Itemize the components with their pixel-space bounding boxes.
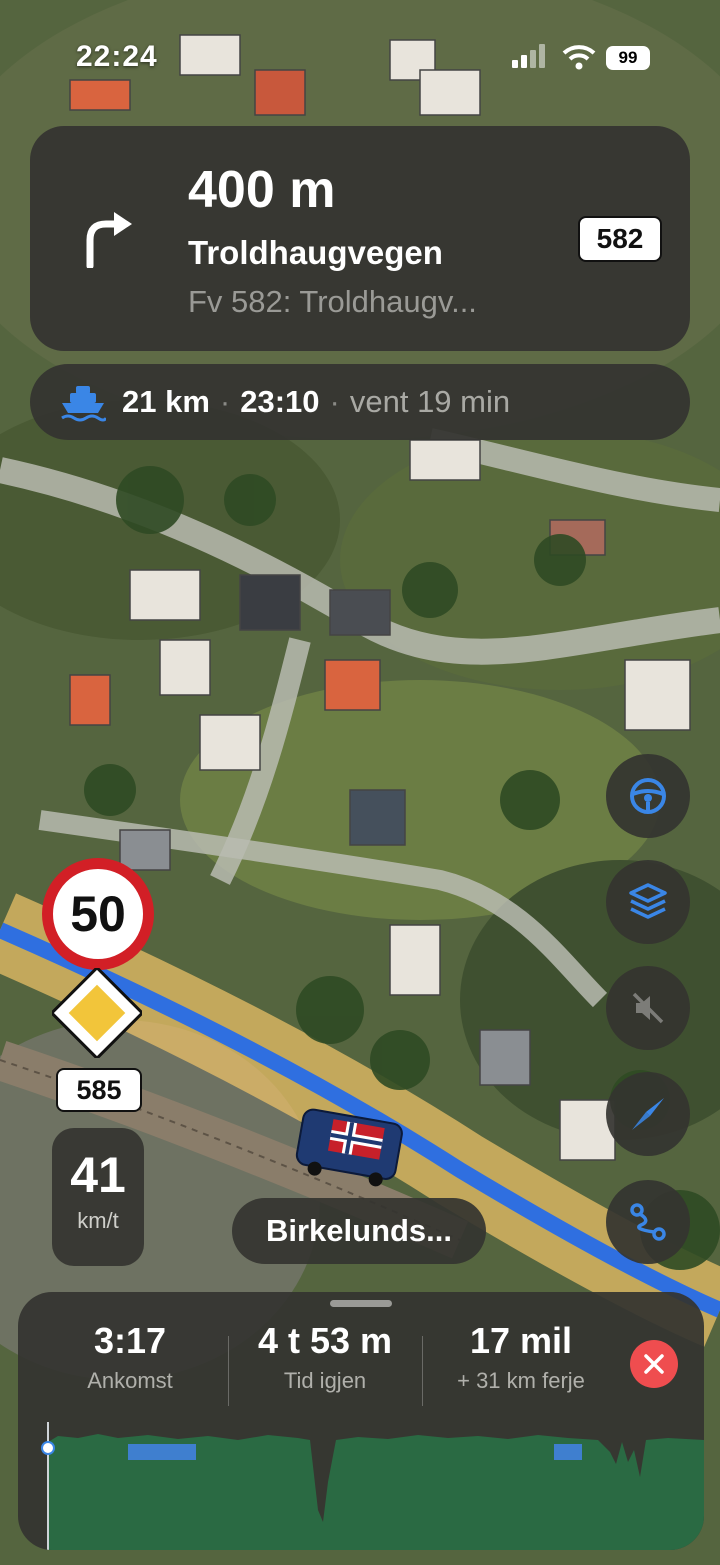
current-speed: 41 km/t (52, 1128, 144, 1266)
time-remaining-value: 4 t 53 m (257, 1320, 393, 1361)
current-speed-value: 41 (70, 1147, 126, 1203)
end-route-button[interactable] (630, 1340, 678, 1388)
time-remaining-label: Tid igjen (283, 1368, 367, 1393)
wifi-icon (562, 45, 596, 70)
status-bar: 22:24 99 (0, 0, 720, 110)
ferry-icon (61, 386, 106, 422)
map-layers-button[interactable] (606, 860, 690, 944)
mute-button[interactable] (606, 966, 690, 1050)
priority-road-icon (52, 968, 142, 1058)
current-speed-unit: km/t (77, 1208, 119, 1233)
status-time: 22:24 (76, 40, 158, 73)
distance-stat: 17 mil + 31 km ferje (438, 1320, 604, 1394)
divider (422, 1336, 423, 1406)
compass-button[interactable] (606, 1072, 690, 1156)
ferry-info-bar[interactable]: 21 km · 23:10 · vent 19 min (30, 364, 690, 440)
divider (228, 1336, 229, 1406)
layers-icon (629, 883, 667, 919)
steering-wheel-icon (630, 778, 666, 814)
trip-summary-panel[interactable]: 3:17 Ankomst 4 t 53 m Tid igjen 17 mil +… (18, 1292, 704, 1550)
elevation-profile (41, 1422, 704, 1550)
battery-indicator: 99 (606, 46, 650, 70)
distance-value: 17 mil (469, 1320, 573, 1361)
ferry-distance: 21 km (122, 384, 210, 419)
distance-label: + 31 km ferje (457, 1368, 585, 1393)
ferry-separator: · (219, 384, 231, 419)
close-icon (644, 1354, 664, 1374)
turn-instruction-card[interactable]: 400 m Troldhaugvegen Fv 582: Troldhaugv.… (30, 126, 690, 351)
compass-icon (632, 1098, 664, 1130)
speed-limit-sign: 50 (42, 858, 154, 970)
mute-icon (632, 992, 664, 1024)
drive-mode-button[interactable] (606, 754, 690, 838)
turn-distance: 400 m (188, 161, 336, 219)
next-street-name: Troldhaugvegen (188, 234, 443, 271)
ferry-wait: vent 19 min (349, 384, 511, 419)
current-road-label: Birkelunds... (232, 1198, 486, 1264)
time-remaining-stat: 4 t 53 m Tid igjen (240, 1320, 410, 1394)
next-road-detail: Fv 582: Troldhaugv... (188, 284, 477, 319)
arrival-value: 3:17 (93, 1320, 167, 1361)
route-overview-button[interactable] (606, 1180, 690, 1264)
ferry-separator: · (329, 384, 340, 419)
ferry-details: 21 km · 23:10 · vent 19 min (122, 384, 510, 420)
sheet-grabber[interactable] (330, 1300, 392, 1307)
ferry-departure: 23:10 (240, 384, 320, 419)
current-road-badge: 585 (56, 1068, 142, 1112)
road-number-badge: 582 (578, 216, 662, 262)
turn-right-icon (86, 212, 132, 268)
arrival-stat: 3:17 Ankomst (70, 1320, 190, 1394)
route-icon (630, 1203, 666, 1241)
signal-icon (512, 44, 545, 68)
arrival-label: Ankomst (87, 1368, 173, 1393)
